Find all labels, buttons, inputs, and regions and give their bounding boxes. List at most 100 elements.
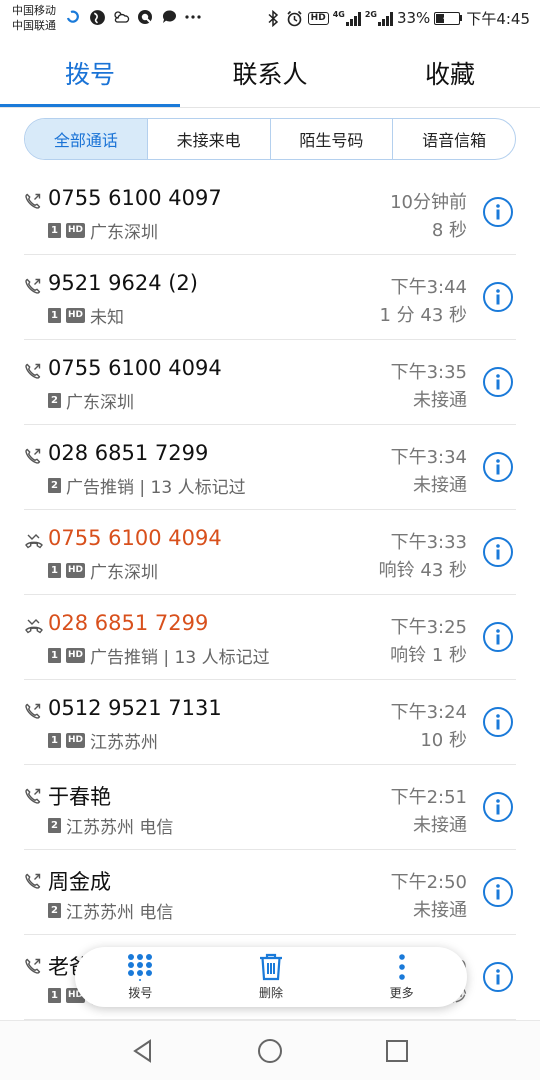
dialpad-icon <box>128 954 153 981</box>
hd-voice-icon: HD <box>307 11 329 25</box>
missed-call-icon <box>24 532 43 550</box>
caller-name: 0512 9521 7131 <box>48 696 222 720</box>
call-details-button[interactable] <box>483 962 513 992</box>
navigation-bar <box>0 1020 540 1080</box>
call-log-row[interactable]: 0755 6100 4094 2 广东深圳 下午3:35 未接通 <box>0 340 540 425</box>
info-icon <box>496 374 500 390</box>
call-details-button[interactable] <box>483 197 513 227</box>
recents-square-icon <box>385 1039 408 1062</box>
call-filter: 全部通话 未接来电 陌生号码 语音信箱 <box>24 118 516 160</box>
top-tabs: 拨号 联系人 收藏 <box>0 38 540 108</box>
dialpad-button[interactable]: 拨号 <box>95 953 185 1001</box>
call-meta: 1 HD 广东深圳 <box>48 218 158 243</box>
caller-name: 028 6851 7299 <box>48 611 209 635</box>
call-log-row[interactable]: 028 6851 7299 1 HD 广告推销 | 13 人标记过 下午3:25 响铃 1… <box>0 595 540 680</box>
sim-badge: 1 <box>48 308 61 323</box>
info-icon <box>496 884 500 900</box>
status-bar: 中国移动 中国联通 HD 4G 2G 33% + 下午4:45 <box>0 0 540 38</box>
caller-name: 周金成 <box>48 870 111 894</box>
sim-badge: 2 <box>48 818 61 833</box>
trash-icon <box>259 953 282 981</box>
call-location: 广告推销 | 13 人标记过 <box>66 478 246 498</box>
call-time: 10分钟前 <box>390 192 467 213</box>
clock: 下午4:45 <box>466 9 530 28</box>
call-details-button[interactable] <box>483 707 513 737</box>
call-location: 江苏苏州 电信 <box>66 818 174 838</box>
call-log-row[interactable]: 0755 6100 4097 1 HD 广东深圳 10分钟前 8 秒 <box>0 170 540 255</box>
info-icon <box>496 459 500 475</box>
outgoing-call-icon <box>24 787 42 805</box>
call-location: 未知 <box>90 308 125 328</box>
hd-badge: HD <box>66 563 86 578</box>
call-log-row[interactable]: 0512 9521 7131 1 HD 江苏苏州 下午3:24 10 秒 <box>0 680 540 765</box>
call-details-button[interactable] <box>483 537 513 567</box>
call-meta: 2 江苏苏州 电信 <box>48 898 173 923</box>
carrier-1: 中国移动 <box>12 4 56 17</box>
call-log-row[interactable]: 028 6851 7299 2 广告推销 | 13 人标记过 下午3:34 未接通 <box>0 425 540 510</box>
call-log-row[interactable]: 周金成 2 江苏苏州 电信 下午2:50 未接通 <box>0 850 540 935</box>
call-log-row[interactable]: 于春艳 2 江苏苏州 电信 下午2:51 未接通 <box>0 765 540 850</box>
outgoing-call-icon <box>24 957 42 975</box>
tab-favorites[interactable]: 收藏 <box>360 38 540 108</box>
dialpad-label: 拨号 <box>128 986 153 1000</box>
call-details-button[interactable] <box>483 792 513 822</box>
back-button[interactable] <box>123 1031 163 1071</box>
call-time: 下午3:34 <box>390 447 467 468</box>
call-details-button[interactable] <box>483 622 513 652</box>
call-details-button[interactable] <box>483 367 513 397</box>
call-duration: 未接通 <box>413 475 467 496</box>
filter-voicemail[interactable]: 语音信箱 <box>392 119 515 159</box>
tab-dialer[interactable]: 拨号 <box>0 38 180 108</box>
call-details-button[interactable] <box>483 452 513 482</box>
info-icon <box>496 629 500 645</box>
call-location: 江苏苏州 电信 <box>66 903 174 923</box>
more-vertical-icon <box>398 954 405 980</box>
recents-button[interactable] <box>377 1031 417 1071</box>
carrier-labels: 中国移动 中国联通 <box>12 3 56 33</box>
home-circle-icon <box>257 1038 282 1063</box>
more-button[interactable]: 更多 <box>357 953 447 1001</box>
call-details-button[interactable] <box>483 282 513 312</box>
tab-contacts[interactable]: 联系人 <box>180 38 360 108</box>
delete-button[interactable]: 删除 <box>226 953 316 1001</box>
sim-badge: 2 <box>48 393 61 408</box>
hd-badge: HD <box>66 733 86 748</box>
filter-missed-calls[interactable]: 未接来电 <box>146 119 270 159</box>
call-duration: 未接通 <box>413 390 467 411</box>
home-button[interactable] <box>250 1031 290 1071</box>
caller-name: 于春艳 <box>48 785 111 809</box>
call-location: 江苏苏州 <box>90 733 159 753</box>
call-location: 广告推销 | 13 人标记过 <box>90 648 270 668</box>
call-meta: 1 HD 江苏苏州 <box>48 728 158 753</box>
call-time: 下午3:25 <box>390 617 467 638</box>
call-duration: 10 秒 <box>420 730 467 751</box>
battery-percent: 33% <box>396 9 431 27</box>
outgoing-call-icon <box>24 277 42 295</box>
call-meta: 2 江苏苏州 电信 <box>48 813 173 838</box>
call-log-row[interactable]: 9521 9624 (2) 1 HD 未知 下午3:44 1 分 43 秒 <box>0 255 540 340</box>
browser-icon <box>136 8 154 26</box>
delete-label: 删除 <box>258 986 283 1000</box>
call-details-button[interactable] <box>483 877 513 907</box>
filter-all-calls[interactable]: 全部通话 <box>25 119 147 159</box>
call-duration: 未接通 <box>413 900 467 921</box>
call-meta: 1 HD 广告推销 | 13 人标记过 <box>48 643 270 668</box>
bottom-toolbar: 拨号 删除 更多 <box>75 947 467 1007</box>
signal-2-icon: 2G <box>365 10 393 26</box>
call-duration: 8 秒 <box>431 220 467 241</box>
caller-name: 0755 6100 4094 <box>48 526 222 550</box>
call-log-row[interactable]: 0755 6100 4094 1 HD 广东深圳 下午3:33 响铃 43 秒 <box>0 510 540 595</box>
call-location: 广东深圳 <box>66 393 134 413</box>
sim-badge: 1 <box>48 988 61 1003</box>
call-meta: 1 HD 未知 <box>48 303 124 328</box>
call-time: 下午2:50 <box>390 872 467 893</box>
sim-badge: 2 <box>48 478 61 493</box>
message-icon <box>160 8 178 26</box>
caller-name: 9521 9624 (2) <box>48 271 198 295</box>
call-time: 下午3:44 <box>390 277 467 298</box>
filter-unknown-numbers[interactable]: 陌生号码 <box>269 119 393 159</box>
more-notifications-icon <box>184 8 202 26</box>
info-icon <box>496 969 500 985</box>
call-meta: 1 HD 广东深圳 <box>48 558 158 583</box>
info-icon <box>496 799 500 815</box>
